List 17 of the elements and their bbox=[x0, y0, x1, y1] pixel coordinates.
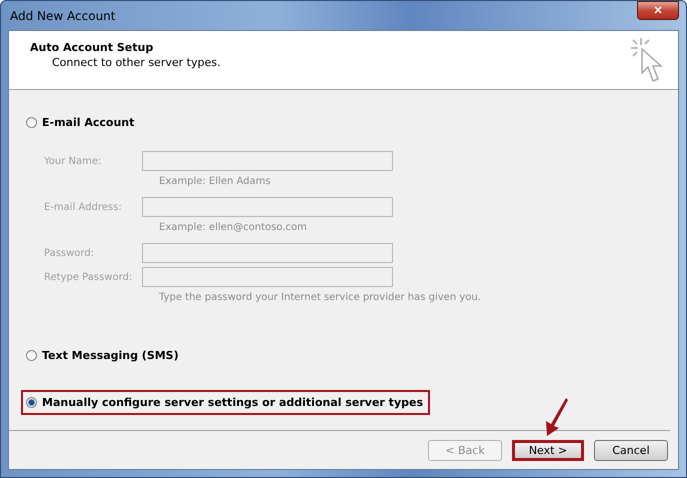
close-button[interactable]: ✕ bbox=[637, 1, 679, 20]
window-title: Add New Account bbox=[9, 8, 116, 22]
radio-option[interactable]: E-mail Account bbox=[21, 110, 142, 135]
hint-text: Example: ellen@contoso.com bbox=[159, 222, 308, 233]
hint-text: Type the password your Internet service provider has given you. bbox=[159, 292, 482, 303]
field-label: Your Name: bbox=[44, 156, 102, 166]
dialog-button[interactable]: Next > bbox=[512, 440, 584, 461]
header-subtitle: Connect to other server types. bbox=[52, 56, 220, 69]
radio-option[interactable]: Manually configure server settings or additional server types bbox=[21, 390, 430, 415]
hint-text: Example: Ellen Adams bbox=[159, 176, 272, 187]
cursor-click-icon bbox=[630, 37, 664, 83]
field-label: E-mail Address: bbox=[44, 202, 123, 212]
field-label: Retype Password: bbox=[44, 272, 134, 282]
dialog-button[interactable]: Cancel bbox=[594, 440, 668, 461]
header-title: Auto Account Setup bbox=[30, 41, 154, 54]
field-label: Password: bbox=[44, 248, 96, 258]
radio-option[interactable]: Text Messaging (SMS) bbox=[21, 343, 186, 368]
